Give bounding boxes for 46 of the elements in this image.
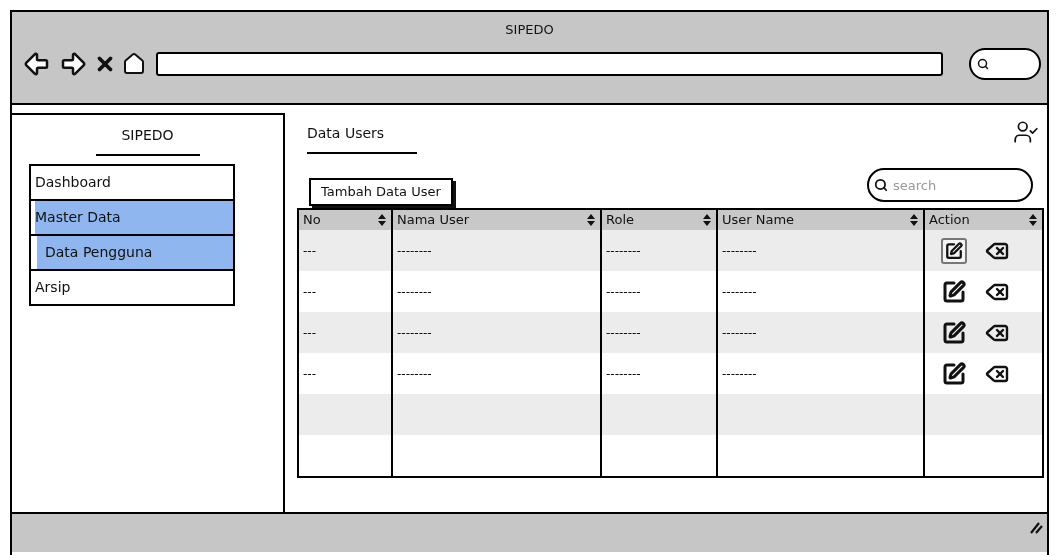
search-button[interactable] — [969, 47, 1041, 80]
resize-grip-icon[interactable] — [1029, 520, 1043, 534]
table-cell-text: -------- — [722, 242, 757, 260]
table-cell-text: -------- — [397, 365, 432, 383]
column-header[interactable]: No — [299, 210, 391, 230]
sort-icon[interactable] — [1028, 213, 1038, 227]
table-cell-text: -------- — [397, 283, 432, 301]
table-cell-text: -------- — [722, 324, 757, 342]
table-cell-text: -------- — [606, 242, 641, 260]
search-icon — [874, 178, 888, 192]
edit-button[interactable] — [941, 360, 967, 387]
edit-button[interactable] — [941, 319, 967, 346]
search-field[interactable]: search — [867, 168, 1033, 202]
table-cell-text: -------- — [397, 324, 432, 342]
table-cell-text: -------- — [606, 324, 641, 342]
table-cell-text: -------- — [722, 283, 757, 301]
edit-icon — [942, 361, 966, 386]
edit-icon — [942, 320, 966, 345]
home-icon[interactable] — [122, 51, 146, 76]
sidebar-item[interactable]: Master Data — [29, 199, 235, 236]
table-cell-text: -------- — [397, 242, 432, 260]
edit-button[interactable] — [941, 278, 967, 305]
address-field[interactable] — [156, 51, 943, 76]
add-user-button[interactable]: Tambah Data User — [309, 178, 453, 206]
table-cell-text: --- — [303, 242, 316, 260]
sort-icon[interactable] — [377, 213, 387, 227]
edit-icon — [942, 279, 966, 304]
sidebar-item[interactable]: Arsip — [29, 269, 235, 306]
table-cell-text: --- — [303, 283, 316, 301]
search-icon — [977, 57, 989, 70]
sort-icon[interactable] — [909, 213, 919, 227]
page-title: Data Users — [307, 124, 386, 143]
sidebar-item[interactable]: Dashboard — [29, 164, 235, 201]
sort-icon[interactable] — [586, 213, 596, 227]
user-check-icon[interactable] — [1013, 119, 1039, 145]
table-cell-text: --- — [303, 324, 316, 342]
sidebar-title: SIPEDO — [121, 126, 174, 145]
table-cell-text: --- — [303, 365, 316, 383]
edit-button[interactable] — [941, 237, 967, 264]
table-cell-text: -------- — [606, 283, 641, 301]
sidebar-item[interactable]: Data Pengguna — [29, 234, 235, 271]
window-title: SIPEDO — [504, 21, 555, 39]
edit-icon — [945, 241, 963, 260]
table-cell-text: -------- — [606, 365, 641, 383]
table-cell-text: -------- — [722, 365, 757, 383]
sort-icon[interactable] — [702, 213, 712, 227]
